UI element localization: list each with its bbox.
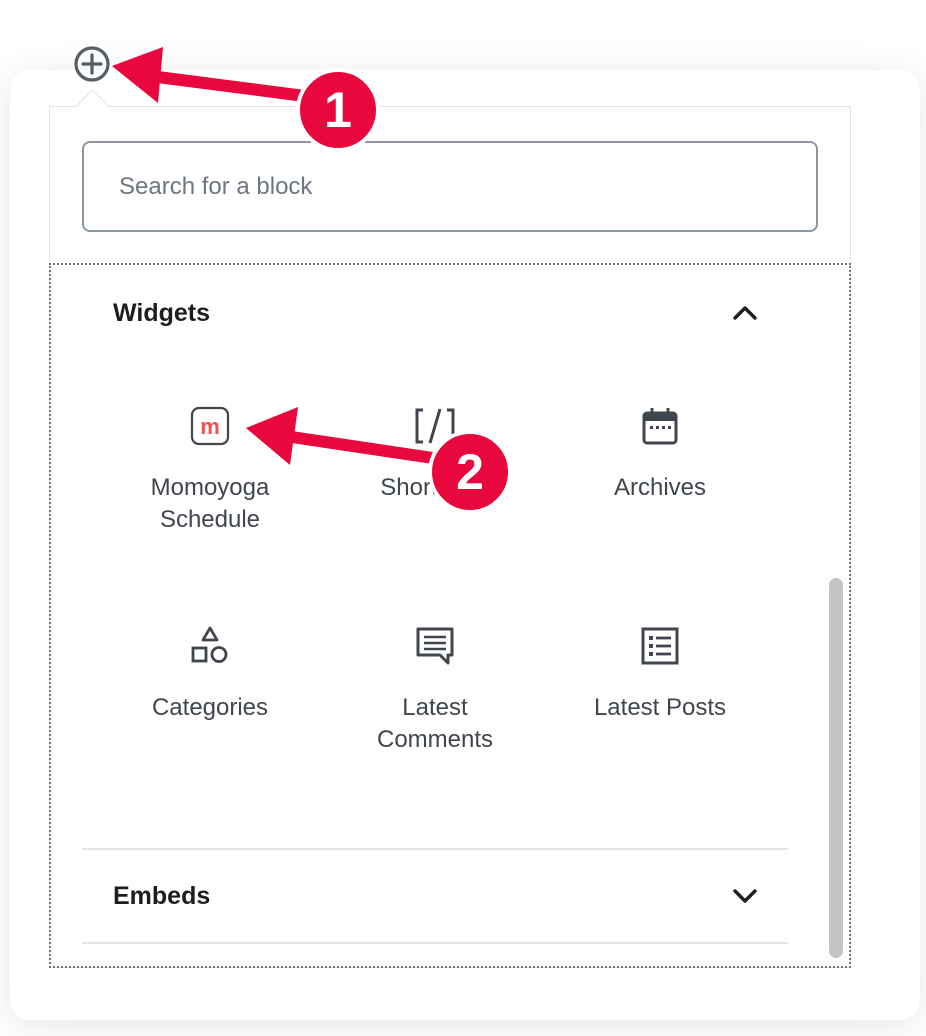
chevron-up-icon bbox=[733, 306, 757, 320]
panel-title: Embeds bbox=[113, 881, 211, 910]
panel-title: Widgets bbox=[113, 298, 210, 327]
panel-header-widgets[interactable]: Widgets bbox=[82, 283, 788, 343]
comments-icon bbox=[413, 624, 457, 668]
annotation-badge-1: 1 bbox=[296, 68, 380, 152]
panel-header-embeds[interactable]: Embeds bbox=[82, 866, 788, 926]
block-label: Latest Comments bbox=[376, 694, 494, 753]
block-label: Archives bbox=[613, 474, 707, 501]
block-item-archives[interactable]: Archives bbox=[547, 404, 773, 504]
plus-circle-icon bbox=[74, 46, 110, 82]
block-label: Categories bbox=[151, 694, 269, 721]
calendar-icon bbox=[638, 404, 682, 448]
block-item-latest-posts[interactable]: Latest Posts bbox=[547, 624, 773, 724]
block-search-field[interactable] bbox=[82, 141, 818, 232]
chevron-down-icon bbox=[733, 889, 757, 903]
block-item-momoyoga-schedule[interactable]: m Momoyoga Schedule bbox=[97, 404, 323, 536]
block-label: Momoyoga Schedule bbox=[150, 474, 270, 533]
annotation-badge-2: 2 bbox=[428, 430, 512, 514]
panel-divider bbox=[82, 848, 788, 850]
block-item-categories[interactable]: Categories bbox=[97, 624, 323, 724]
block-inserter-toggle[interactable] bbox=[73, 45, 111, 83]
categories-icon bbox=[188, 624, 232, 668]
block-item-latest-comments[interactable]: Latest Comments bbox=[322, 624, 548, 756]
scrollbar-thumb[interactable] bbox=[829, 578, 843, 958]
svg-text:m: m bbox=[200, 414, 220, 439]
block-results-list bbox=[49, 263, 851, 968]
panel-divider bbox=[82, 942, 788, 944]
block-label: Latest Posts bbox=[593, 694, 727, 721]
block-search-input[interactable] bbox=[117, 171, 816, 202]
momoyoga-logo-icon: m bbox=[188, 404, 232, 448]
list-icon bbox=[638, 624, 682, 668]
